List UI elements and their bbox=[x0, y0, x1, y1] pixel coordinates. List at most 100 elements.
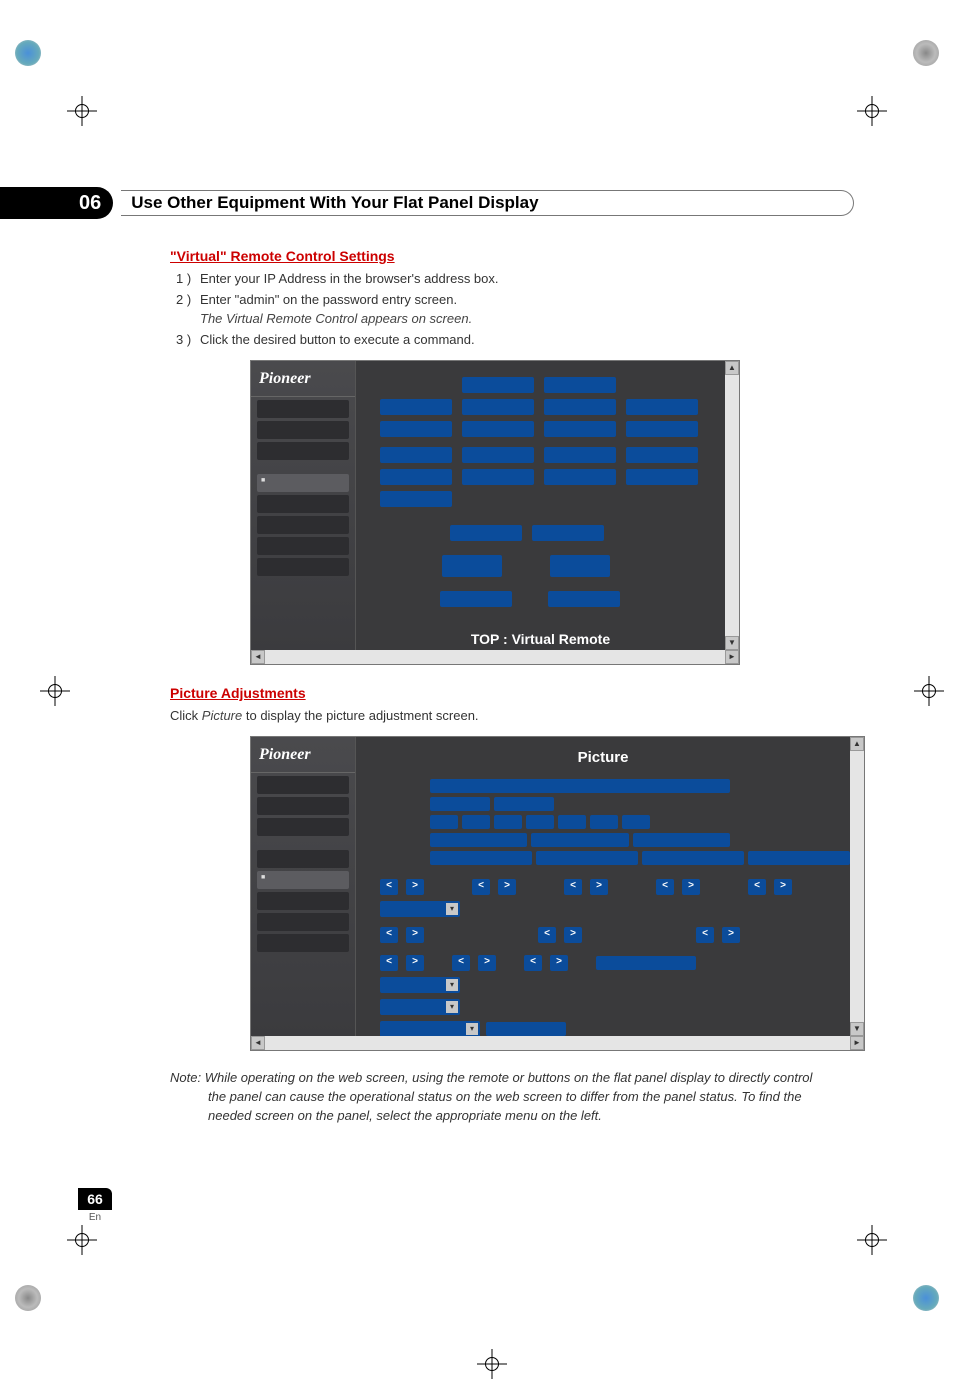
picture-slider[interactable]: <> bbox=[380, 955, 424, 971]
remote-button[interactable] bbox=[626, 399, 698, 415]
sidebar-item[interactable] bbox=[257, 537, 349, 555]
scroll-down-arrow-icon[interactable]: ▼ bbox=[725, 636, 739, 650]
picture-button[interactable] bbox=[531, 833, 628, 847]
decrease-button[interactable]: < bbox=[380, 955, 398, 971]
increase-button[interactable]: > bbox=[478, 955, 496, 971]
picture-slider[interactable]: <> bbox=[380, 879, 458, 895]
remote-button[interactable] bbox=[544, 399, 616, 415]
remote-button[interactable] bbox=[626, 421, 698, 437]
remote-button[interactable] bbox=[462, 447, 534, 463]
remote-button[interactable] bbox=[440, 591, 512, 607]
scrollbar-track[interactable] bbox=[265, 1036, 850, 1050]
remote-button[interactable] bbox=[380, 469, 452, 485]
picture-button[interactable] bbox=[494, 797, 554, 811]
increase-button[interactable]: > bbox=[406, 879, 424, 895]
sidebar-item[interactable] bbox=[257, 516, 349, 534]
picture-dropdown[interactable]: ▾ bbox=[380, 1021, 480, 1037]
vertical-scrollbar[interactable] bbox=[850, 751, 864, 1036]
remote-button[interactable] bbox=[462, 377, 534, 393]
sidebar-item[interactable] bbox=[257, 421, 349, 439]
remote-button[interactable] bbox=[550, 555, 610, 577]
remote-button[interactable] bbox=[380, 491, 452, 507]
increase-button[interactable]: > bbox=[406, 955, 424, 971]
remote-button[interactable] bbox=[462, 469, 534, 485]
sidebar-item[interactable] bbox=[257, 934, 349, 952]
picture-slider[interactable]: <> bbox=[564, 879, 642, 895]
scroll-right-arrow-icon[interactable]: ► bbox=[850, 1036, 864, 1050]
scroll-left-arrow-icon[interactable]: ◄ bbox=[251, 1036, 265, 1050]
picture-slider[interactable]: <> bbox=[748, 879, 826, 895]
picture-button[interactable] bbox=[633, 833, 730, 847]
remote-button[interactable] bbox=[544, 469, 616, 485]
picture-slider[interactable]: <> bbox=[524, 955, 568, 971]
sidebar-item[interactable] bbox=[257, 818, 349, 836]
scrollbar-track[interactable] bbox=[265, 650, 725, 664]
picture-button[interactable] bbox=[642, 851, 744, 865]
picture-button[interactable] bbox=[430, 797, 490, 811]
picture-button[interactable] bbox=[494, 815, 522, 829]
decrease-button[interactable]: < bbox=[696, 927, 714, 943]
sidebar-item-active[interactable] bbox=[257, 474, 349, 492]
decrease-button[interactable]: < bbox=[748, 879, 766, 895]
picture-button[interactable] bbox=[526, 815, 554, 829]
sidebar-item-active[interactable] bbox=[257, 871, 349, 889]
remote-button[interactable] bbox=[544, 377, 616, 393]
remote-button[interactable] bbox=[532, 525, 604, 541]
scroll-up-arrow-icon[interactable]: ▲ bbox=[725, 361, 739, 375]
scroll-up-arrow-icon[interactable]: ▲ bbox=[850, 737, 864, 751]
sidebar-item[interactable] bbox=[257, 850, 349, 868]
increase-button[interactable]: > bbox=[722, 927, 740, 943]
increase-button[interactable]: > bbox=[774, 879, 792, 895]
picture-button[interactable] bbox=[622, 815, 650, 829]
decrease-button[interactable]: < bbox=[538, 927, 556, 943]
picture-button[interactable] bbox=[430, 833, 527, 847]
horizontal-scrollbar[interactable]: ◄ ► bbox=[251, 650, 739, 664]
sidebar-item[interactable] bbox=[257, 442, 349, 460]
remote-button[interactable] bbox=[626, 447, 698, 463]
picture-dropdown[interactable]: ▾ bbox=[380, 977, 460, 993]
picture-button[interactable] bbox=[430, 815, 458, 829]
sidebar-item[interactable] bbox=[257, 558, 349, 576]
picture-bar[interactable] bbox=[430, 779, 730, 793]
remote-button[interactable] bbox=[462, 421, 534, 437]
picture-slider[interactable]: <> bbox=[472, 879, 550, 895]
picture-slider[interactable]: <> bbox=[696, 927, 826, 943]
sidebar-item[interactable] bbox=[257, 913, 349, 931]
vertical-scrollbar[interactable] bbox=[725, 375, 739, 650]
remote-button[interactable] bbox=[548, 591, 620, 607]
picture-button[interactable] bbox=[536, 851, 638, 865]
sidebar-item[interactable] bbox=[257, 495, 349, 513]
sidebar-item[interactable] bbox=[257, 797, 349, 815]
decrease-button[interactable]: < bbox=[380, 879, 398, 895]
decrease-button[interactable]: < bbox=[524, 955, 542, 971]
scroll-left-arrow-icon[interactable]: ◄ bbox=[251, 650, 265, 664]
picture-button[interactable] bbox=[430, 851, 532, 865]
picture-slider[interactable]: <> bbox=[452, 955, 496, 971]
picture-dropdown[interactable]: ▾ bbox=[380, 901, 460, 917]
sidebar-item[interactable] bbox=[257, 400, 349, 418]
remote-button[interactable] bbox=[442, 555, 502, 577]
increase-button[interactable]: > bbox=[590, 879, 608, 895]
decrease-button[interactable]: < bbox=[452, 955, 470, 971]
remote-button[interactable] bbox=[544, 421, 616, 437]
scroll-down-arrow-icon[interactable]: ▼ bbox=[850, 1022, 864, 1036]
increase-button[interactable]: > bbox=[682, 879, 700, 895]
remote-button[interactable] bbox=[380, 447, 452, 463]
decrease-button[interactable]: < bbox=[472, 879, 490, 895]
picture-button[interactable] bbox=[596, 956, 696, 970]
sidebar-item[interactable] bbox=[257, 892, 349, 910]
picture-slider[interactable]: <> bbox=[380, 927, 510, 943]
decrease-button[interactable]: < bbox=[564, 879, 582, 895]
increase-button[interactable]: > bbox=[498, 879, 516, 895]
picture-button[interactable] bbox=[558, 815, 586, 829]
picture-button[interactable] bbox=[748, 851, 850, 865]
remote-button[interactable] bbox=[462, 399, 534, 415]
increase-button[interactable]: > bbox=[564, 927, 582, 943]
increase-button[interactable]: > bbox=[406, 927, 424, 943]
remote-button[interactable] bbox=[544, 447, 616, 463]
picture-slider[interactable]: <> bbox=[656, 879, 734, 895]
horizontal-scrollbar[interactable]: ◄ ► bbox=[251, 1036, 864, 1050]
picture-button[interactable] bbox=[462, 815, 490, 829]
decrease-button[interactable]: < bbox=[380, 927, 398, 943]
increase-button[interactable]: > bbox=[550, 955, 568, 971]
